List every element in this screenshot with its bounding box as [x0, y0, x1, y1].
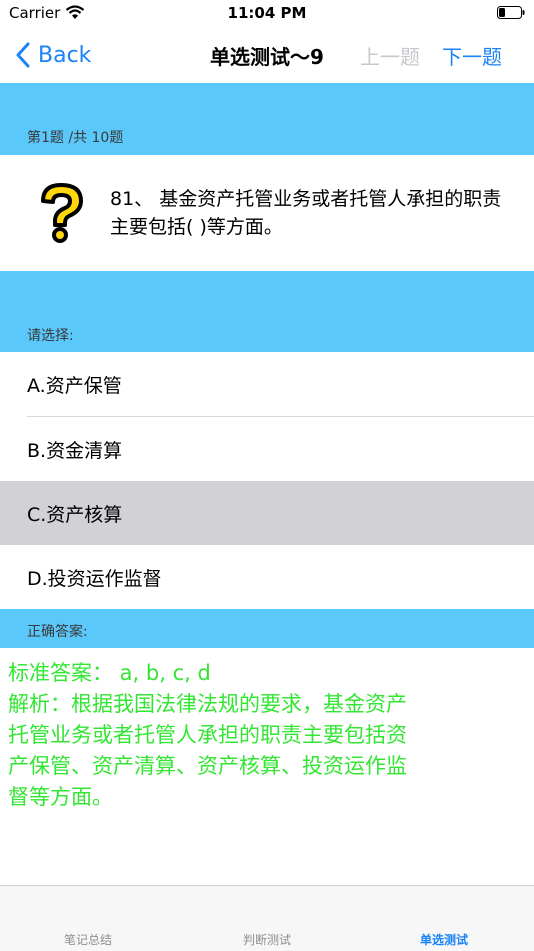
option-d-label: D.投资运作监督	[27, 568, 162, 590]
battery-icon	[497, 6, 525, 19]
next-question-button[interactable]: 下一题	[442, 41, 502, 70]
options-prompt: 请选择:	[27, 328, 74, 344]
option-a[interactable]: A.资产保管	[0, 352, 534, 416]
option-b[interactable]: B.资金清算	[0, 417, 534, 481]
question-card: 81、 基金资产托管业务或者托管人承担的职责主要包括( )等方面。	[0, 155, 534, 271]
question-text: 81、 基金资产托管业务或者托管人承担的职责主要包括( )等方面。	[110, 188, 502, 238]
question-mark-icon	[41, 183, 83, 243]
progress-band: 第1题 /共 10题	[0, 83, 534, 155]
answer-explanation: 标准答案： a, b, c, d 解析：根据我国法律法规的要求，基金资产 托管业…	[0, 648, 534, 884]
tab-bar: 笔记总结 判断测试 单选测试	[0, 885, 534, 951]
analysis-line: 解析：根据我国法律法规的要求，基金资产	[8, 692, 407, 716]
option-c-label: C.资产核算	[27, 504, 123, 526]
tab-single-choice-test[interactable]: 单选测试	[384, 931, 504, 948]
navigation-bar: Back 单选测试～9 上一题 下一题	[0, 28, 534, 83]
option-d[interactable]: D.投资运作监督	[0, 545, 534, 609]
analysis-line: 产保管、资产清算、资产核算、投资运作监	[8, 754, 407, 778]
standard-answer: 标准答案： a, b, c, d	[8, 661, 211, 685]
status-bar: Carrier 11:04 PM	[0, 0, 534, 28]
options-prompt-band: 请选择:	[0, 271, 534, 352]
question-progress: 第1题 /共 10题	[27, 130, 124, 146]
previous-question-button[interactable]: 上一题	[360, 41, 420, 70]
analysis-line: 托管业务或者托管人承担的职责主要包括资	[8, 723, 407, 747]
answer-header-band: 正确答案:	[0, 609, 534, 648]
option-c[interactable]: C.资产核算	[0, 481, 534, 545]
analysis-line: 督等方面。	[8, 785, 113, 809]
tab-notes-summary[interactable]: 笔记总结	[28, 931, 148, 948]
tab-true-false-test[interactable]: 判断测试	[207, 931, 327, 948]
answer-header: 正确答案:	[27, 624, 88, 640]
option-a-label: A.资产保管	[27, 375, 122, 397]
status-time: 11:04 PM	[227, 4, 307, 22]
option-b-label: B.资金清算	[27, 440, 123, 462]
